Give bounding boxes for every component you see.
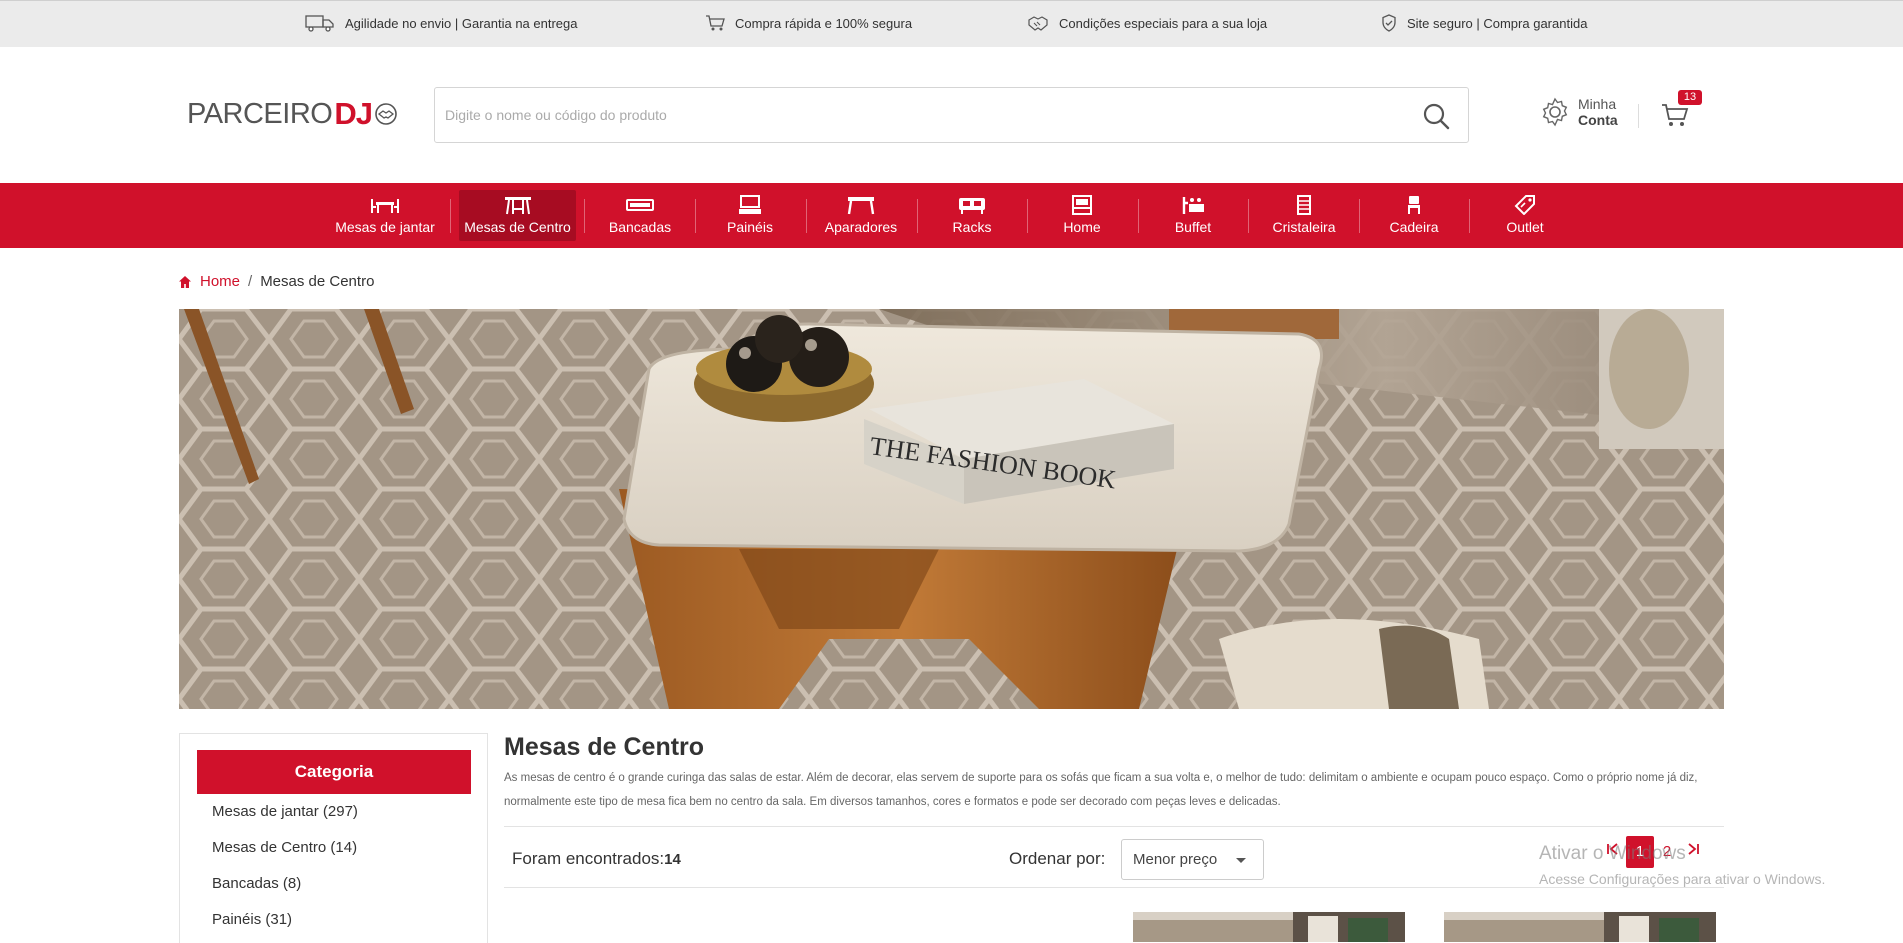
- category-description: As mesas de centro é o grande curinga da…: [504, 772, 1698, 808]
- handshake-icon: [1028, 16, 1048, 31]
- nav-label: Bancadas: [608, 219, 672, 235]
- bench-icon: [626, 199, 654, 211]
- tag-icon: [1514, 195, 1535, 215]
- account-link[interactable]: Minha Conta: [1540, 96, 1618, 128]
- tv-panel-icon: [739, 195, 761, 214]
- sideboard-icon: [847, 197, 875, 215]
- nav-item-mesas-de-jantar[interactable]: Mesas de jantar: [330, 190, 440, 241]
- banner-image: THE FASHION BOOK: [179, 309, 1724, 709]
- truck-icon: [305, 15, 334, 32]
- category-banner: THE FASHION BOOK: [179, 309, 1724, 709]
- nav-divider: [450, 199, 451, 233]
- topbar-item-security: Site seguro | Compra garantida: [1381, 13, 1587, 33]
- topbar-item-purchase: Compra rápida e 100% segura: [705, 13, 912, 33]
- topbar-item-conditions: Condições especiais para a sua loja: [1027, 13, 1267, 33]
- cart-icon: [706, 15, 725, 31]
- gear-icon: [1542, 97, 1568, 127]
- buffet-icon: [1182, 197, 1204, 214]
- search-input[interactable]: [445, 88, 1385, 142]
- topbar-item-label: Agilidade no envio | Garantia na entrega: [345, 15, 578, 31]
- home-unit-icon: [1072, 195, 1092, 215]
- rack-icon: [959, 198, 985, 214]
- windows-activation-watermark: Ativar o Windows Acesse Configurações pa…: [1539, 843, 1825, 887]
- category-sidebar: Categoria Mesas de jantar (297) Mesas de…: [179, 733, 488, 943]
- nav-item-mesas-de-centro[interactable]: Mesas de Centro: [459, 190, 576, 241]
- top-info-bar: Agilidade no envio | Garantia na entrega…: [0, 0, 1903, 47]
- cart-button[interactable]: 13: [1660, 90, 1702, 130]
- chair-icon: [1408, 196, 1420, 214]
- divider: [504, 887, 1724, 888]
- nav-item-paineis[interactable]: Painéis: [695, 190, 805, 241]
- nav-item-aparadores[interactable]: Aparadores: [806, 190, 916, 241]
- sidebar-heading: Categoria: [197, 750, 471, 794]
- nav-label: Home: [1063, 219, 1101, 235]
- watermark-line1: Ativar o Windows: [1539, 843, 1686, 864]
- search-icon[interactable]: [1422, 102, 1450, 130]
- site-logo[interactable]: PARCEIRO DJ: [187, 96, 398, 132]
- results-number: 14: [664, 851, 681, 868]
- logo-accent: DJ: [334, 96, 373, 131]
- nav-label: Cadeira: [1389, 219, 1439, 235]
- nav-item-home[interactable]: Home: [1027, 190, 1137, 241]
- results-label: Foram encontrados:: [512, 849, 665, 868]
- breadcrumb-separator: /: [248, 273, 253, 290]
- chevron-down-icon: [1236, 858, 1246, 863]
- shield-icon: [1382, 14, 1396, 32]
- sidebar-item-paineis[interactable]: Painéis (31): [212, 911, 292, 928]
- divider: [504, 826, 1724, 827]
- nav-item-outlet[interactable]: Outlet: [1470, 190, 1580, 241]
- logo-handshake-icon: [375, 103, 397, 125]
- nav-item-bancadas[interactable]: Bancadas: [585, 190, 695, 241]
- nav-label: Mesas de jantar: [335, 219, 435, 235]
- nav-label: Mesas de Centro: [464, 219, 571, 235]
- page-title: Mesas de Centro: [504, 733, 705, 761]
- topbar-item-shipping: Agilidade no envio | Garantia na entrega: [305, 13, 577, 33]
- account-label-line2: Conta: [1578, 112, 1618, 128]
- breadcrumb-current: Mesas de Centro: [260, 273, 375, 290]
- nav-label: Racks: [952, 219, 992, 235]
- category-nav: Mesas de jantar Mesas de Centro Bancadas…: [0, 183, 1903, 248]
- nav-item-cristaleira[interactable]: Cristaleira: [1249, 190, 1359, 241]
- coffee-table-icon: [504, 197, 531, 215]
- sidebar-item-mesas-de-centro[interactable]: Mesas de Centro (14): [212, 839, 357, 856]
- breadcrumb: Home / Mesas de Centro: [178, 273, 374, 290]
- nav-label: Outlet: [1506, 219, 1544, 235]
- nav-label: Buffet: [1174, 219, 1212, 235]
- home-icon[interactable]: [178, 275, 192, 289]
- topbar-item-label: Compra rápida e 100% segura: [735, 15, 913, 31]
- sort-select[interactable]: Menor preço: [1121, 839, 1264, 880]
- cart-count-badge: 13: [1678, 90, 1702, 105]
- sort-selected-value: Menor preço: [1133, 851, 1218, 868]
- nav-label: Painéis: [727, 219, 773, 235]
- header-divider: [1638, 104, 1639, 128]
- nav-item-cadeira[interactable]: Cadeira: [1359, 190, 1469, 241]
- cabinet-icon: [1297, 195, 1311, 215]
- nav-item-buffet[interactable]: Buffet: [1138, 190, 1248, 241]
- topbar-item-label: Condições especiais para a sua loja: [1059, 15, 1268, 31]
- sidebar-item-bancadas[interactable]: Bancadas (8): [212, 875, 301, 892]
- nav-label: Aparadores: [824, 219, 898, 235]
- logo-text: PARCEIRO: [187, 97, 333, 130]
- sidebar-item-mesas-de-jantar[interactable]: Mesas de jantar (297): [212, 803, 358, 820]
- account-label-line1: Minha: [1578, 96, 1617, 112]
- sort-label: Ordenar por:: [1009, 849, 1106, 868]
- topbar-item-label: Site seguro | Compra garantida: [1407, 15, 1588, 31]
- nav-item-racks[interactable]: Racks: [917, 190, 1027, 241]
- breadcrumb-home-link[interactable]: Home: [200, 273, 240, 290]
- dining-table-icon: [371, 199, 399, 213]
- watermark-line2: Acesse Configurações para ativar o Windo…: [1539, 871, 1826, 887]
- nav-label: Cristaleira: [1272, 219, 1336, 235]
- results-count: Foram encontrados:14: [512, 849, 681, 869]
- search-box: [434, 87, 1469, 143]
